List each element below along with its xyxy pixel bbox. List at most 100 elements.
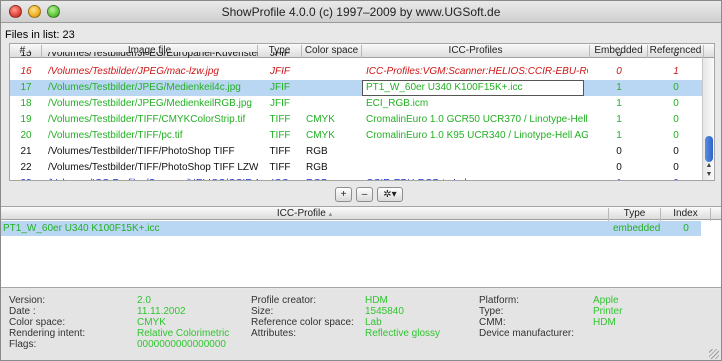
icc-profile-table[interactable]: ICC-Profile ▴ Type Index PT1_W_60er U340… — [1, 206, 721, 288]
cell-icc: ICC-Profiles:VGM:Scanner:HELIOS:CCIR-EBU… — [366, 66, 588, 77]
files-count-label: Files in list: 23 — [5, 29, 75, 41]
cell-type: TIFF — [269, 130, 291, 141]
cell-colorspace: RGB — [306, 178, 360, 180]
table-row[interactable]: 16/Volumes/Testbilder/JPEG/mac-lzw.jpg JF… — [10, 64, 704, 80]
info-label: Type: — [479, 306, 504, 317]
info-label: Version: — [9, 295, 46, 306]
info-label: Device manufacturer: — [479, 328, 575, 339]
cell-referenced: 0 — [673, 130, 679, 141]
info-label: Attributes: — [251, 328, 297, 339]
cell-referenced: 0 — [673, 98, 679, 109]
add-file-button[interactable]: + — [335, 187, 352, 202]
info-value: 2.0 — [137, 295, 151, 306]
cell-icc — [366, 52, 588, 62]
cell-referenced: 0 — [673, 162, 679, 173]
cell-colorspace: RGB — [306, 162, 328, 173]
info-label: Color space: — [9, 317, 66, 328]
cell-icc — [366, 162, 588, 176]
cell-file: /Volumes/ICC-Profiles/Scanner/HELIOS/CCI… — [48, 178, 258, 180]
cell-file: /Volumes/Testbilder/JPEG/Europanel-Kuven… — [48, 52, 258, 59]
cell-num: 20 — [20, 130, 32, 141]
window-title: ShowProfile 4.0.0 (c) 1997–2009 by www.U… — [221, 5, 501, 19]
cell-colorspace: CMYK — [306, 130, 335, 141]
table-row[interactable]: 20/Volumes/Testbilder/TIFF/pc.tif TIFF CMY… — [10, 128, 704, 144]
cell-type: TIFF — [269, 114, 291, 125]
column-header-icc-profile[interactable]: ICC-Profile ▴ — [1, 208, 609, 221]
cell-type: TIFF — [269, 162, 291, 173]
action-menu-button[interactable]: ✲▾ — [377, 187, 403, 202]
table-row[interactable]: 21/Volumes/Testbilder/TIFF/PhotoShop TIF… — [10, 144, 704, 160]
cell-icc — [366, 146, 588, 160]
cell-colorspace: RGB — [306, 146, 328, 157]
cell-file: /Volumes/Testbilder/JPEG/mac-lzw.jpg — [48, 66, 219, 77]
cell-embedded: 1 — [592, 178, 646, 180]
cell-colorspace — [306, 82, 360, 96]
info-label: Date : — [9, 306, 36, 317]
remove-file-button[interactable]: – — [356, 187, 373, 202]
info-value: Relative Colorimetric — [137, 328, 230, 339]
info-value: Apple — [593, 295, 619, 306]
sort-ascending-icon: ▴ — [328, 211, 333, 218]
info-value: Reflective glossy — [365, 328, 441, 339]
cell-embedded: 1 — [616, 98, 622, 109]
title-bar[interactable]: ShowProfile 4.0.0 (c) 1997–2009 by www.U… — [1, 1, 721, 23]
cell-embedded: 1 — [616, 82, 622, 93]
column-header-profile-type[interactable]: Type — [609, 208, 661, 221]
cell-file: /Volumes/Testbilder/TIFF/PhotoShop TIFF … — [48, 162, 258, 173]
cell-colorspace — [306, 52, 360, 62]
vertical-scrollbar[interactable]: ▲ ▼ — [702, 58, 714, 180]
cell-num: 19 — [20, 114, 32, 125]
info-label: Platform: — [479, 295, 520, 306]
cell-colorspace — [306, 66, 360, 80]
info-value: 1545840 — [365, 306, 404, 317]
image-files-table[interactable]: # ▴ Image file Type Color space ICC-Prof… — [9, 43, 715, 181]
cell-embedded: 1 — [616, 114, 622, 125]
table-row[interactable]: 15/Volumes/Testbilder/JPEG/Europanel-Kuv… — [10, 52, 704, 62]
info-value: 0000000000000000 — [137, 339, 226, 350]
info-value: Printer — [593, 306, 623, 317]
info-label: Rendering intent: — [9, 328, 86, 339]
cell-colorspace — [306, 98, 360, 112]
info-value: HDM — [593, 317, 616, 328]
table-row[interactable]: 22/Volumes/Testbilder/TIFF/PhotoShop TIF… — [10, 160, 704, 176]
cell-embedded: 0 — [616, 162, 622, 173]
icc-profile-type: embedded — [613, 223, 661, 234]
table-row[interactable]: 18/Volumes/Testbilder/JPEG/MedienkeilRGB… — [10, 96, 704, 112]
info-label: Size: — [251, 306, 274, 317]
cell-referenced: 0 — [673, 82, 679, 93]
info-value: 11.11.2002 — [137, 306, 186, 317]
cell-referenced: 0 — [673, 52, 679, 59]
cell-file: /Volumes/Testbilder/TIFF/PhotoShop TIFF — [48, 146, 235, 157]
cell-num: 22 — [20, 162, 32, 173]
cell-referenced: 1 — [673, 66, 679, 77]
cell-embedded: 0 — [616, 52, 622, 59]
table-row[interactable]: 17/Volumes/Testbilder/JPEG/Medienkeil4c.… — [10, 80, 704, 96]
cell-num: 16 — [20, 66, 32, 77]
icc-profile-table-header: ICC-Profile ▴ Type Index — [1, 207, 721, 221]
table-row[interactable]: 23/Volumes/ICC-Profiles/Scanner/HELIOS/C… — [10, 176, 704, 180]
scrollbar-thumb[interactable] — [705, 136, 713, 162]
cell-referenced: 0 — [650, 178, 702, 180]
cell-colorspace: CMYK — [306, 114, 335, 125]
cell-icc: ECI_RGB.icm — [366, 98, 429, 109]
cell-num: 23 — [10, 178, 42, 180]
cell-file: /Volumes/Testbilder/TIFF/pc.tif — [48, 130, 183, 141]
cell-file: /Volumes/Testbilder/TIFF/CMYKColorStrip.… — [48, 114, 246, 125]
cell-icc: CCIR-EBU-RGB to Lab — [366, 178, 588, 180]
info-label: CMM: — [479, 317, 506, 328]
icc-profile-row[interactable]: PT1_W_60er U340 K100F15K+.icc embedded 0 — [1, 221, 701, 236]
cell-file: /Volumes/Testbilder/JPEG/Medienkeil4c.jp… — [48, 82, 241, 93]
table-row[interactable]: 19/Volumes/Testbilder/TIFF/CMYKColorStri… — [10, 112, 704, 128]
cell-num: 18 — [20, 98, 32, 109]
showprofile-window: ShowProfile 4.0.0 (c) 1997–2009 by www.U… — [0, 0, 722, 361]
info-value: HDM — [365, 295, 388, 306]
cell-icc: CromalinEuro 1.0 GCR50 UCR370 / Linotype… — [366, 114, 588, 125]
cell-type: JFIF — [270, 66, 290, 77]
icc-profile-name: PT1_W_60er U340 K100F15K+.icc — [3, 223, 160, 234]
cell-num: 21 — [20, 146, 32, 157]
resize-grip-icon[interactable] — [709, 349, 719, 359]
cell-type: ICC — [260, 178, 300, 180]
column-header-index[interactable]: Index — [661, 208, 711, 221]
scroll-down-arrow-icon[interactable]: ▼ — [704, 171, 714, 179]
scroll-up-arrow-icon[interactable]: ▲ — [704, 162, 714, 170]
